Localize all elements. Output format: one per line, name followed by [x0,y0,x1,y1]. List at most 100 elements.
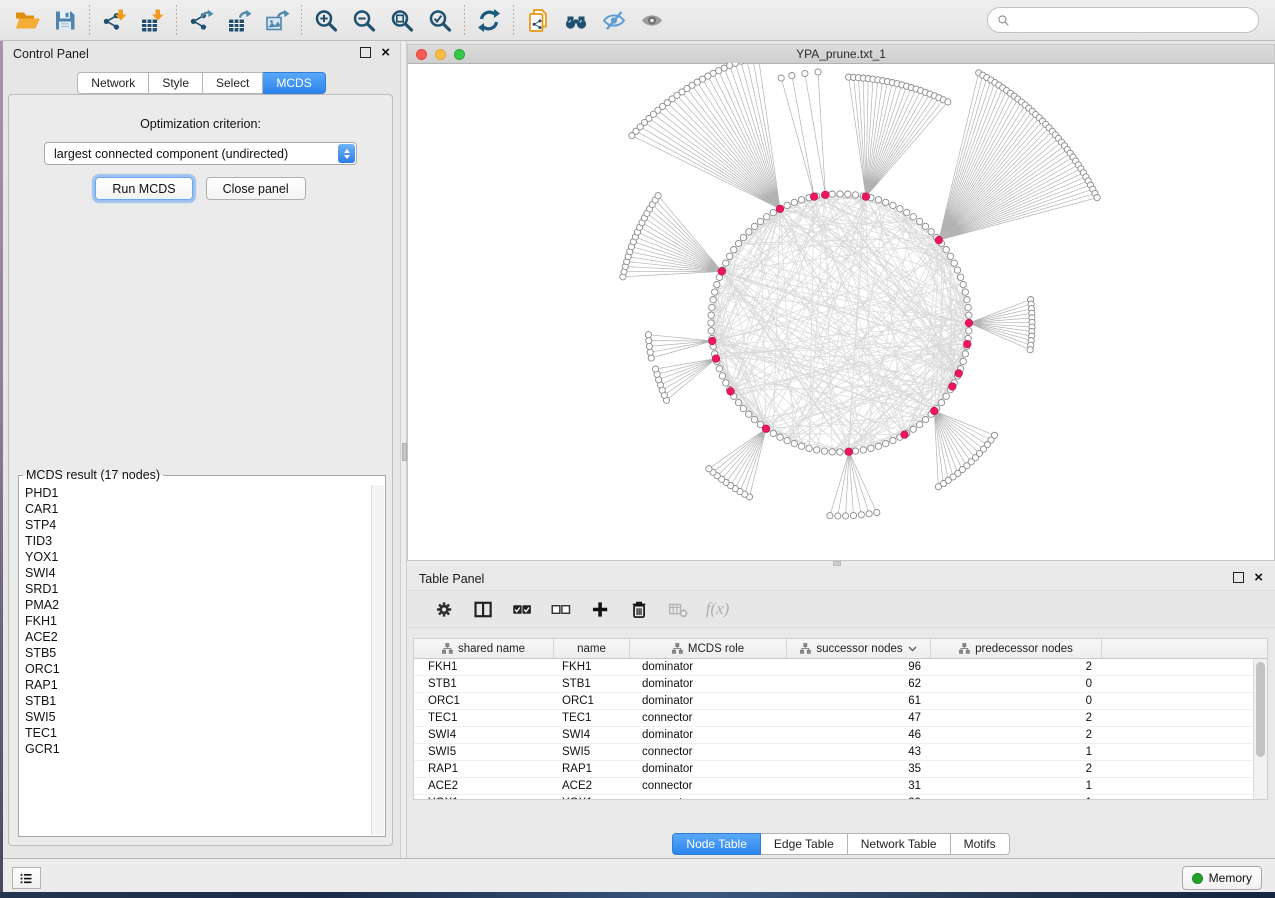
deselect-all-button[interactable] [542,594,581,624]
mcds-result-node[interactable]: GCR1 [20,741,372,757]
network-canvas[interactable] [408,63,1274,560]
mcds-result-node[interactable]: SRD1 [20,581,372,597]
splitter-grip[interactable] [402,443,407,461]
import-table-button[interactable] [133,3,171,37]
network-from-document-button[interactable] [519,3,557,37]
mcds-result-node[interactable]: STB5 [20,645,372,661]
table-cell[interactable]: 62 [787,676,931,692]
import-network-button[interactable] [95,3,133,37]
table-cell[interactable]: 2 [931,710,1102,726]
table-cell[interactable]: TEC1 [554,710,630,726]
table-cell[interactable]: FKH1 [414,659,554,675]
table-cell[interactable]: 0 [931,693,1102,709]
search-input[interactable] [1010,12,1249,28]
table-scrollbar[interactable] [1253,659,1267,799]
mcds-result-node[interactable]: TID3 [20,533,372,549]
mcds-result-scrollbar[interactable] [371,485,384,835]
table-cell[interactable]: 35 [787,761,931,777]
open-file-button[interactable] [8,3,46,37]
mcds-result-node[interactable]: STB1 [20,693,372,709]
table-cell[interactable]: dominator [630,693,787,709]
float-panel-icon[interactable] [1233,572,1244,583]
search-network-button[interactable] [557,3,595,37]
refresh-button[interactable] [470,3,508,37]
tab-edge-table[interactable]: Edge Table [761,833,848,855]
table-row[interactable]: YOX1YOX1connector291 [414,795,1254,799]
table-cell[interactable]: 47 [787,710,931,726]
export-image-button[interactable] [258,3,296,37]
mcds-result-node[interactable]: PHD1 [20,485,372,501]
table-cell[interactable]: 1 [931,778,1102,794]
table-cell[interactable]: ORC1 [554,693,630,709]
column-header-successor-nodes[interactable]: successor nodes [787,639,931,658]
table-row[interactable]: TEC1TEC1connector472 [414,710,1254,727]
table-row[interactable]: ORC1ORC1dominator610 [414,693,1254,710]
table-cell[interactable]: SWI4 [554,727,630,743]
table-cell[interactable]: RAP1 [554,761,630,777]
export-table-button[interactable] [220,3,258,37]
column-header-MCDS-role[interactable]: MCDS role [630,639,787,658]
table-row[interactable]: FKH1FKH1dominator962 [414,659,1254,676]
toggle-panel-layout-button[interactable] [464,594,503,624]
table-cell[interactable]: dominator [630,727,787,743]
table-row[interactable]: STB1STB1dominator620 [414,676,1254,693]
save-session-button[interactable] [46,3,84,37]
table-cell[interactable]: 31 [787,778,931,794]
table-cell[interactable]: STB1 [554,676,630,692]
table-cell[interactable]: SWI5 [414,744,554,760]
table-cell[interactable]: 2 [931,659,1102,675]
table-cell[interactable]: YOX1 [414,795,554,799]
export-network-button[interactable] [182,3,220,37]
column-header-predecessor-nodes[interactable]: predecessor nodes [931,639,1102,658]
table-cell[interactable]: 96 [787,659,931,675]
mcds-result-node[interactable]: STP4 [20,517,372,533]
float-panel-icon[interactable] [360,47,371,58]
mcds-result-node[interactable]: SWI5 [20,709,372,725]
zoom-fit-button[interactable] [383,3,421,37]
table-cell[interactable]: FKH1 [554,659,630,675]
run-mcds-button[interactable]: Run MCDS [95,177,192,200]
table-cell[interactable]: 2 [931,761,1102,777]
mcds-result-node[interactable]: ORC1 [20,661,372,677]
tab-mcds[interactable]: MCDS [263,72,325,94]
zoom-in-button[interactable] [307,3,345,37]
delete-column-button[interactable] [620,594,659,624]
table-cell[interactable]: dominator [630,761,787,777]
table-row[interactable]: ACE2ACE2connector311 [414,778,1254,795]
horizontal-splitter[interactable] [407,561,1275,566]
optimization-criterion-select[interactable]: largest connected component (undirected) [44,142,357,165]
mcds-result-node[interactable]: PMA2 [20,597,372,613]
zoom-out-button[interactable] [345,3,383,37]
memory-button[interactable]: Memory [1182,866,1262,890]
select-all-button[interactable] [503,594,542,624]
tab-style[interactable]: Style [149,72,203,94]
table-cell[interactable]: 2 [931,727,1102,743]
table-cell[interactable]: 1 [931,744,1102,760]
table-row[interactable]: SWI4SWI4dominator462 [414,727,1254,744]
table-cell[interactable]: connector [630,710,787,726]
mcds-result-node[interactable]: TEC1 [20,725,372,741]
column-settings-button[interactable] [425,594,464,624]
table-cell[interactable]: connector [630,778,787,794]
table-cell[interactable]: 46 [787,727,931,743]
scrollbar-thumb[interactable] [1256,662,1265,757]
mcds-result-node[interactable]: CAR1 [20,501,372,517]
close-panel-icon[interactable]: × [1254,573,1263,582]
table-row[interactable]: RAP1RAP1dominator352 [414,761,1254,778]
mcds-result-node[interactable]: RAP1 [20,677,372,693]
mcds-result-node[interactable]: FKH1 [20,613,372,629]
column-header-name[interactable]: name [554,639,630,658]
table-cell[interactable]: 0 [931,676,1102,692]
add-column-button[interactable] [581,594,620,624]
table-cell[interactable]: SWI5 [554,744,630,760]
mcds-result-node[interactable]: YOX1 [20,549,372,565]
splitter-grip[interactable] [833,561,841,566]
mcds-result-node[interactable]: ACE2 [20,629,372,645]
show-panels-button[interactable] [12,867,41,889]
table-cell[interactable]: dominator [630,659,787,675]
tab-select[interactable]: Select [203,72,263,94]
table-cell[interactable]: STB1 [414,676,554,692]
tab-node-table[interactable]: Node Table [672,833,761,855]
table-cell[interactable]: 61 [787,693,931,709]
table-cell[interactable]: 1 [931,795,1102,799]
